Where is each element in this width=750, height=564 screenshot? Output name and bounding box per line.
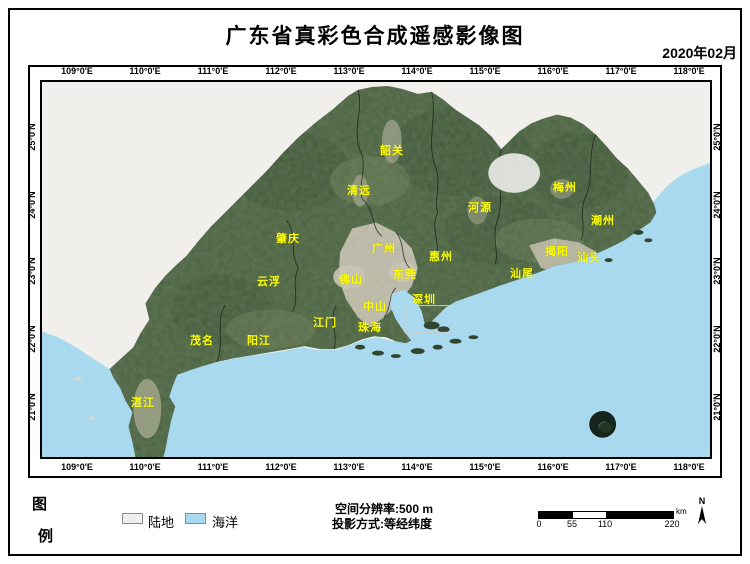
projection-info: 投影方式:等经纬度: [332, 515, 432, 532]
city-label-dongguan: 东莞: [393, 266, 417, 282]
scale-tick-55: 55: [567, 519, 577, 529]
lat-label-left: 24°0'N: [27, 191, 37, 218]
lon-label-bottom: 111°0'E: [198, 462, 229, 472]
city-label-shanwei: 汕尾: [510, 265, 534, 281]
lon-label-bottom: 114°0'E: [401, 462, 432, 472]
map-date: 2020年02月: [662, 43, 737, 63]
city-label-shenzhen: 深圳: [412, 291, 436, 307]
legend-swatch-land: [122, 513, 143, 524]
lon-label-top: 117°0'E: [605, 66, 636, 76]
satellite-map-canvas: 韶关 清远 梅州 河源 潮州 肇庆 广州 惠州 揭阳 汕头 云浮 佛山 东莞 汕…: [40, 80, 712, 459]
lon-label-bottom: 118°0'E: [673, 462, 704, 472]
lon-label-bottom: 116°0'E: [537, 462, 568, 472]
city-label-maoming: 茂名: [190, 332, 214, 348]
lon-label-bottom: 109°0'E: [61, 462, 93, 472]
lon-label-bottom: 112°0'E: [265, 462, 296, 472]
city-label-chaozhou: 潮州: [591, 212, 615, 228]
lon-label-top: 115°0'E: [469, 66, 500, 76]
map-sheet: 广东省真彩色合成遥感影像图 2020年02月 109°0'E 110°0'E 1…: [0, 0, 750, 564]
legend-label-ocean: 海洋: [212, 512, 238, 531]
north-arrow: N: [692, 497, 712, 532]
scale-tick-0: 0: [536, 519, 541, 529]
lat-label-left: 22°0'N: [27, 325, 37, 352]
scale-unit-label: km: [676, 507, 687, 516]
city-label-jieyang: 揭阳: [545, 243, 569, 259]
lon-label-top: 112°0'E: [265, 66, 296, 76]
scale-bar: [538, 511, 674, 519]
legend-swatch-ocean: [185, 513, 206, 524]
lon-label-top: 109°0'E: [61, 66, 93, 76]
city-label-meizhou: 梅州: [553, 179, 577, 195]
city-label-yangjiang: 阳江: [247, 332, 271, 348]
lat-label-right: 21°0'N: [712, 393, 722, 420]
lat-label-right: 23°0'N: [712, 257, 722, 284]
scale-tick-110: 110: [598, 519, 612, 529]
lat-label-right: 25°0'N: [712, 123, 722, 150]
city-label-shantou: 汕头: [577, 249, 601, 265]
legend-title-char2: 例: [38, 525, 53, 546]
lat-label-left: 21°0'N: [27, 393, 37, 420]
lon-label-top: 110°0'E: [129, 66, 160, 76]
city-label-shaoguan: 韶关: [380, 142, 404, 158]
city-label-qingyuan: 清远: [347, 182, 371, 198]
city-label-heyuan: 河源: [468, 199, 492, 215]
north-arrow-icon: [692, 505, 712, 527]
lon-label-top: 114°0'E: [401, 66, 432, 76]
city-label-zhanjiang: 湛江: [131, 394, 155, 410]
lon-label-bottom: 110°0'E: [129, 462, 160, 472]
lat-label-left: 23°0'N: [27, 257, 37, 284]
lon-label-top: 118°0'E: [673, 66, 704, 76]
dark-circle-feature: [589, 411, 616, 438]
lon-label-bottom: 115°0'E: [469, 462, 500, 472]
lon-label-top: 116°0'E: [537, 66, 568, 76]
lon-label-top: 113°0'E: [333, 66, 364, 76]
city-label-zhongshan: 中山: [363, 298, 387, 314]
city-label-zhaoqing: 肇庆: [276, 230, 300, 246]
city-label-guangzhou: 广州: [372, 240, 396, 256]
legend-title-char1: 图: [32, 493, 47, 514]
page-title: 广东省真彩色合成遥感影像图: [0, 20, 750, 50]
legend-label-land: 陆地: [148, 512, 174, 531]
scale-tick-220: 220: [664, 519, 679, 529]
lon-label-bottom: 117°0'E: [605, 462, 636, 472]
lat-label-right: 24°0'N: [712, 191, 722, 218]
lat-label-left: 25°0'N: [27, 123, 37, 150]
city-label-huizhou: 惠州: [429, 248, 453, 264]
lon-label-bottom: 113°0'E: [333, 462, 364, 472]
city-label-zhuhai: 珠海: [358, 319, 382, 335]
lat-label-right: 22°0'N: [712, 325, 722, 352]
city-label-yunfu: 云浮: [257, 273, 281, 289]
city-label-jiangmen: 江门: [313, 314, 337, 330]
city-label-foshan: 佛山: [339, 271, 363, 287]
north-label: N: [692, 497, 712, 505]
lon-label-top: 111°0'E: [198, 66, 229, 76]
